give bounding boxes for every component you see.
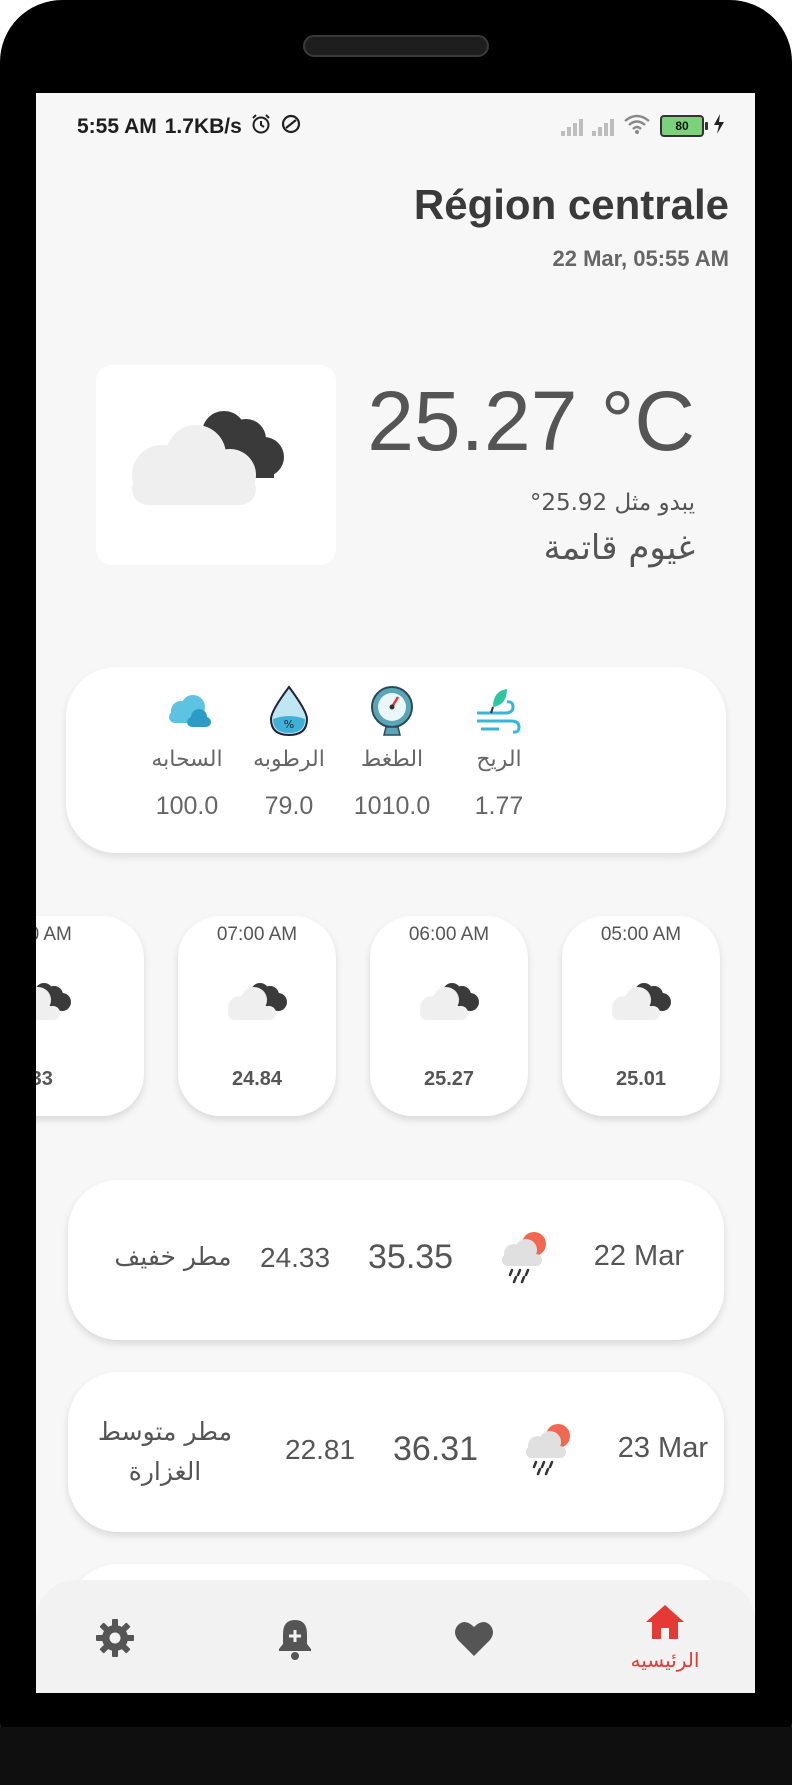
hourly-temp: 4.33 <box>36 1068 53 1090</box>
daily-min: 24.33 <box>260 1242 331 1273</box>
clouds-icon <box>122 681 252 741</box>
hourly-card[interactable]: 07:00 AM 24.84 <box>178 916 336 1116</box>
status-bar: 5:55 AM 1.7KB/s 80 <box>36 93 755 163</box>
hourly-card[interactable]: 05:00 AM 25.01 <box>562 916 720 1116</box>
hourly-time: 06:00 AM <box>408 924 490 945</box>
hourly-temp: 25.01 <box>615 1068 667 1090</box>
daily-date: 23 Mar <box>617 1432 708 1464</box>
hourly-card[interactable]: 06:00 AM 25.27 <box>370 916 528 1116</box>
daily-min: 22.81 <box>285 1434 356 1465</box>
signal-icon <box>561 116 583 136</box>
hourly-temp: 24.84 <box>231 1068 283 1090</box>
weather-description: غيوم قاتمة <box>543 528 695 568</box>
region-title: Région centrale <box>413 181 729 228</box>
dark-clouds-icon <box>420 983 479 1020</box>
current-weather-icon-card <box>96 365 336 565</box>
add-alert-icon <box>279 1620 311 1660</box>
bottom-bezel <box>0 1727 792 1785</box>
nav-home[interactable]: الرئيسيه <box>620 1602 710 1672</box>
status-right: 80 <box>561 113 725 139</box>
gear-icon <box>96 1619 134 1657</box>
signal-icon-2 <box>592 116 614 136</box>
rain-sun-icon <box>502 1232 546 1284</box>
rain-sun-icon <box>526 1424 570 1476</box>
hourly-time: 00 AM <box>36 924 72 945</box>
daily-card[interactable]: 22 Mar 35.35 24.33 مطر خفيف <box>68 1180 724 1340</box>
home-icon <box>646 1605 684 1639</box>
wifi-icon <box>623 113 651 139</box>
daily-max: 36.31 <box>393 1430 479 1468</box>
data-saver-icon <box>280 113 302 141</box>
current-temperature: 25.27 °C <box>367 374 695 468</box>
nav-settings[interactable] <box>70 1616 160 1664</box>
daily-max: 35.35 <box>368 1238 454 1276</box>
nav-alerts[interactable] <box>250 1616 340 1666</box>
bottom-nav: الرئيسيه <box>36 1580 755 1693</box>
nav-home-label: الرئيسيه <box>630 1648 700 1672</box>
charging-icon <box>713 114 725 138</box>
stat-clouds-label: السحابه <box>151 747 223 772</box>
hourly-time: 05:00 AM <box>600 924 682 945</box>
daily-card[interactable]: 23 Mar 36.31 22.81 مطر متوسط الغزارة <box>68 1372 724 1532</box>
daily-description: مطر متوسط الغزارة <box>97 1417 233 1486</box>
speaker-grille <box>303 35 489 57</box>
phone-frame: 5:55 AM 1.7KB/s 80 Région centrale 22 Ma… <box>0 0 792 1785</box>
alarm-icon <box>250 113 272 141</box>
weather-stats-card: الريح 1.77 الطغط 1010.0 % الرطوبه 79.0 ا… <box>66 667 726 853</box>
current-datetime: 22 Mar, 05:55 AM <box>552 246 730 271</box>
battery-icon: 80 <box>660 115 708 137</box>
app-screen: 5:55 AM 1.7KB/s 80 Région centrale 22 Ma… <box>36 93 755 1693</box>
nav-favorites[interactable] <box>429 1618 519 1662</box>
stat-clouds: السحابه 100.0 <box>122 681 252 821</box>
daily-description: مطر خفيف <box>114 1242 232 1271</box>
svg-text:%: % <box>284 718 294 731</box>
hourly-card[interactable]: 00 AM 4.33 <box>36 916 144 1116</box>
dark-clouds-icon <box>36 983 71 1020</box>
heart-icon <box>455 1621 493 1656</box>
daily-date: 22 Mar <box>593 1240 684 1272</box>
status-net-speed: 1.7KB/s <box>164 115 242 138</box>
hourly-forecast[interactable]: 05:00 AM 25.01 06:00 AM 25.27 07:00 AM 2… <box>36 916 755 1126</box>
dark-clouds-icon <box>612 983 671 1020</box>
dark-clouds-icon <box>228 983 287 1020</box>
dark-clouds-icon <box>132 411 284 505</box>
stat-clouds-value: 100.0 <box>155 792 219 820</box>
hourly-temp: 25.27 <box>423 1068 475 1090</box>
status-time: 5:55 AM <box>77 115 157 138</box>
hourly-time: 07:00 AM <box>216 924 298 945</box>
status-left: 5:55 AM 1.7KB/s <box>77 113 302 141</box>
feels-like: يبدو مثل 25.92° <box>529 490 695 516</box>
